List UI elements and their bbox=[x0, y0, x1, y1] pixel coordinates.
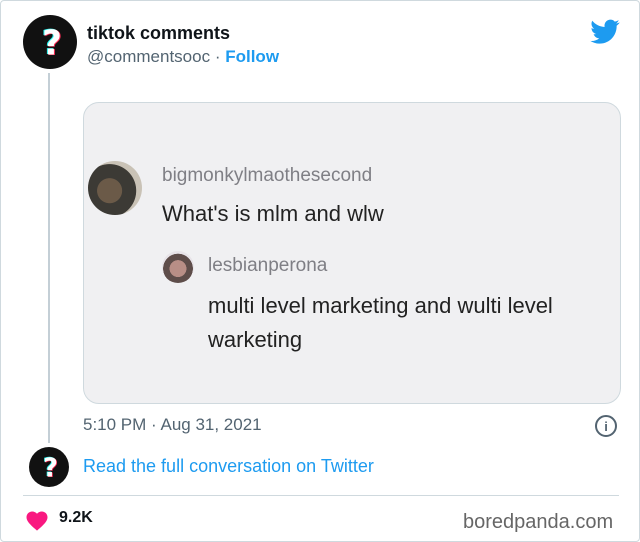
embedded-screenshot[interactable]: bigmonkylmaothesecond What's is mlm and … bbox=[83, 102, 621, 404]
read-conversation-link[interactable]: Read the full conversation on Twitter bbox=[83, 456, 374, 477]
separator-dot: · bbox=[214, 47, 221, 66]
comment-username: bigmonkylmaothesecond bbox=[162, 165, 373, 186]
tiktok-question-mark-icon: ? ? ? bbox=[42, 453, 58, 482]
commenter-avatar bbox=[88, 161, 142, 215]
twitter-bird-icon[interactable] bbox=[590, 19, 620, 45]
comment-text: What's is mlm and wlw bbox=[162, 201, 384, 226]
user-handle[interactable]: @commentsooc bbox=[87, 47, 210, 66]
follow-button[interactable]: Follow bbox=[225, 47, 279, 66]
reply-username: lesbianperona bbox=[208, 255, 328, 276]
tweet-timestamp[interactable]: 5:10 PM · Aug 31, 2021 bbox=[83, 415, 262, 435]
handle-line: @commentsooc · Follow bbox=[87, 47, 279, 67]
tweet-card: ? ? ? tiktok comments @commentsooc · Fol… bbox=[0, 0, 640, 542]
heart-icon[interactable] bbox=[25, 509, 49, 531]
svg-text:?: ? bbox=[42, 24, 62, 63]
display-name[interactable]: tiktok comments bbox=[87, 23, 230, 44]
reply-text: multi level marketing and wulti level wa… bbox=[208, 293, 553, 352]
tiktok-question-mark-icon: ? ? ? bbox=[41, 23, 63, 63]
profile-avatar[interactable]: ? ? ? bbox=[23, 15, 77, 69]
watermark: boredpanda.com bbox=[463, 511, 614, 533]
divider bbox=[23, 495, 619, 496]
like-count[interactable]: 9.2K bbox=[59, 509, 93, 527]
small-profile-avatar[interactable]: ? ? ? bbox=[29, 447, 69, 487]
reply-avatar bbox=[162, 251, 194, 283]
info-icon[interactable]: i bbox=[595, 415, 617, 437]
thread-line bbox=[48, 73, 50, 443]
svg-text:?: ? bbox=[43, 453, 58, 482]
